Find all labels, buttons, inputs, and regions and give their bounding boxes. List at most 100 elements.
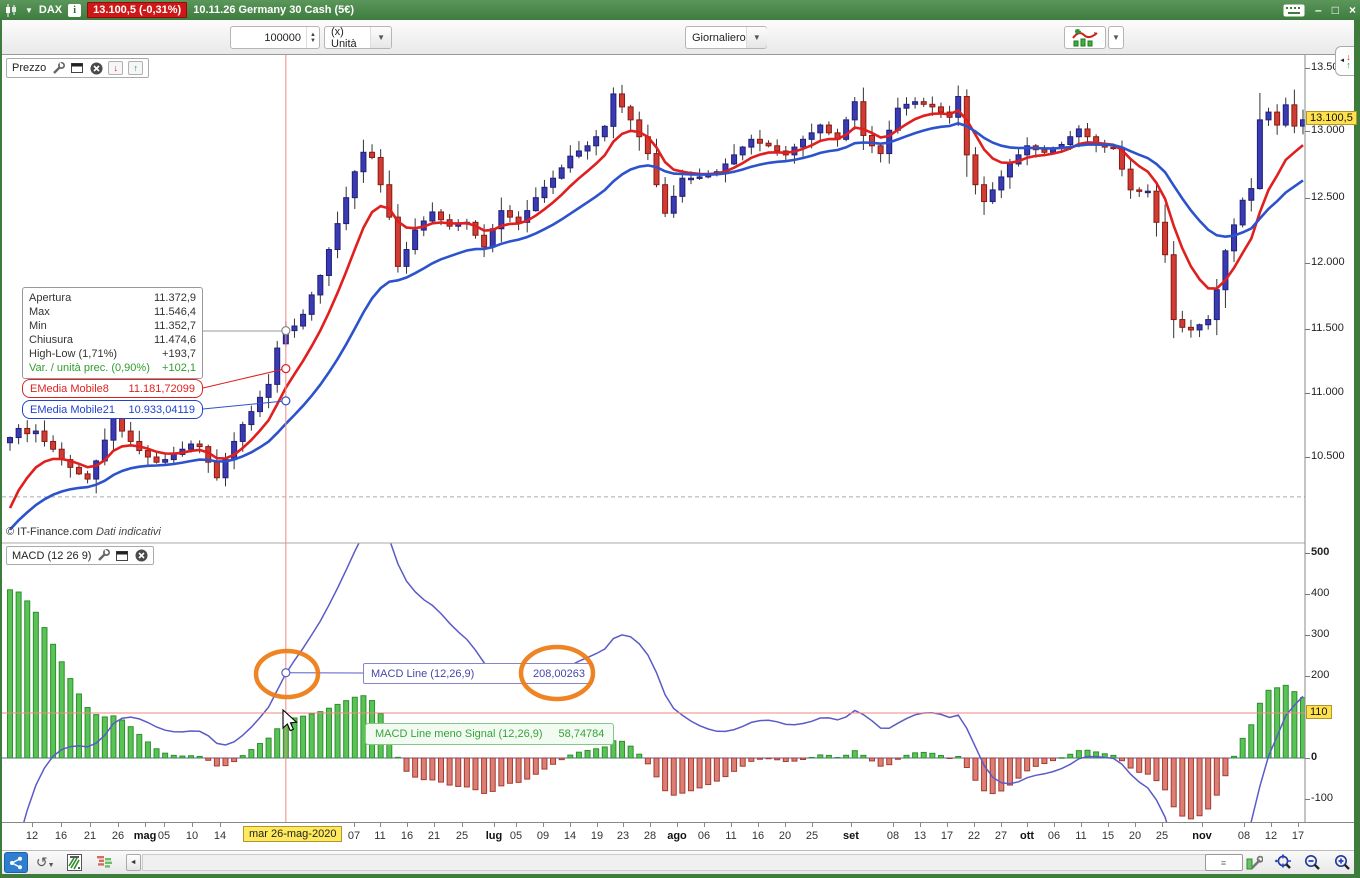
x-axis-label: 15: [1101, 830, 1115, 842]
x-axis-label: 12: [1264, 830, 1278, 842]
x-axis-label: 11: [725, 830, 737, 842]
spinner-down-icon[interactable]: ▼: [310, 38, 316, 44]
chart-style-button[interactable]: [1064, 26, 1106, 49]
macd-line-label: MACD Line (12,26,9): [371, 667, 475, 680]
undo-dropdown-icon: ▼: [47, 862, 55, 869]
settings-wrench-icon[interactable]: [51, 61, 65, 75]
x-axis-label: 25: [1155, 830, 1169, 842]
ohlc-tooltip: Apertura 11.372,9 Max 11.546,4 Min 11.352,7 Ch…: [22, 287, 203, 379]
x-axis-label: 22: [967, 830, 981, 842]
x-axis-label: ago: [667, 830, 687, 842]
x-axis-tick: [920, 823, 921, 827]
price-axis-label: 11.500: [1311, 322, 1344, 334]
axis-setup-button[interactable]: [1242, 852, 1265, 873]
maximize-icon[interactable]: □: [1332, 3, 1339, 17]
price-axis-tick: [1305, 198, 1310, 199]
side-panel-pull-tab[interactable]: ◄ ↓ ↑: [1335, 46, 1354, 76]
x-axis-label: mag: [133, 830, 157, 842]
symbol-label[interactable]: DAX: [39, 4, 62, 16]
crosshair-date-badge: mar 26-mag-2020: [243, 826, 343, 842]
macd-axis-label: 300: [1311, 628, 1330, 640]
info-icon[interactable]: i: [68, 3, 82, 17]
x-axis-label: 25: [805, 830, 819, 842]
application-window: ▼ DAX i 13.100,5 (-0,31%) 10.11.26 Germa…: [0, 0, 1360, 878]
x-axis-tick: [1108, 823, 1109, 827]
tooltip-row-label: Apertura: [29, 292, 72, 304]
x-axis-tick: [543, 823, 544, 827]
x-axis-tick: [90, 823, 91, 827]
quantity-value[interactable]: 100000: [231, 32, 306, 44]
tooltip-row-label: Min: [29, 320, 47, 332]
thumb-grip-icon: ≡: [1220, 857, 1227, 868]
quantity-stepper[interactable]: 100000 ▲ ▼: [230, 26, 320, 49]
macd-settings-wrench-icon[interactable]: [96, 549, 110, 562]
macd-axis-label: 400: [1311, 587, 1330, 599]
macd-axis-tick: [1305, 758, 1310, 759]
ema8-value: 11.181,72099: [128, 382, 195, 395]
undo-history-button[interactable]: ↺ ▼: [34, 852, 57, 873]
macd-detach-window-icon[interactable]: [115, 549, 129, 562]
macd-histogram-tag[interactable]: MACD Line meno Signal (12,26,9) 58,74784: [365, 723, 615, 745]
ema8-label: EMedia Mobile8: [30, 382, 109, 395]
symbol-dropdown-icon[interactable]: ▼: [25, 6, 33, 15]
unit-select-value: (x) Unità: [331, 25, 357, 50]
zoom-out-button[interactable]: [1301, 852, 1324, 873]
tooltip-row-label: High-Low (1,71%): [29, 348, 118, 360]
tooltip-row: Chiusura 11.474,6: [29, 333, 196, 347]
tooltip-row: Var. / unità prec. (0,90%) +102,1: [29, 361, 196, 375]
transfer-arrows-icon: ↓ ↑: [1346, 52, 1351, 70]
chart-canvas[interactable]: [2, 55, 1354, 822]
x-axis-label: 21: [427, 830, 441, 842]
top-toolbar: 100000 ▲ ▼ (x) Unità ▼ Giornaliero ▼ ▼ ◄…: [2, 20, 1354, 76]
price-axis-tick: [1305, 457, 1310, 458]
x-axis-tick: [1135, 823, 1136, 827]
quantity-spinner-arrows[interactable]: ▲ ▼: [306, 27, 319, 48]
x-axis-tick: [407, 823, 408, 827]
x-axis-label: 16: [54, 830, 68, 842]
news-button[interactable]: [63, 852, 86, 873]
tooltip-row-label: Max: [29, 306, 50, 318]
zoom-in-button[interactable]: [1331, 852, 1354, 873]
time-axis: mar 26-mag-2020 12 16 21 26 mag 05 10 14 07 11 16 2…: [2, 822, 1354, 850]
x-axis-tick: [1271, 823, 1272, 827]
unit-select[interactable]: (x) Unità ▼: [324, 25, 392, 50]
ema21-label: EMedia Mobile21: [30, 403, 115, 416]
title-bar: ▼ DAX i 13.100,5 (-0,31%) 10.11.26 Germa…: [0, 0, 1360, 20]
x-axis-tick: [1027, 823, 1028, 827]
minimize-icon[interactable]: –: [1315, 3, 1322, 17]
tooltip-row-value: +102,1: [162, 362, 196, 374]
detach-window-icon[interactable]: [70, 62, 84, 75]
zoom-fit-button[interactable]: [1272, 852, 1295, 873]
undo-icon: ↺: [35, 854, 48, 870]
x-axis-label: 26: [111, 830, 125, 842]
indicative-data-note: Dati indicativi: [96, 526, 161, 538]
scroll-left-button[interactable]: ◄: [125, 854, 141, 871]
unit-dropdown-icon[interactable]: ▼: [370, 27, 391, 48]
macd-axis-label: 500: [1311, 546, 1330, 558]
buy-arrow-icon[interactable]: ↑: [128, 61, 144, 75]
scrollbar-thumb[interactable]: ≡: [1204, 854, 1243, 871]
x-axis-label: 08: [1237, 830, 1251, 842]
close-pane-icon[interactable]: [89, 62, 103, 75]
order-book-button[interactable]: [92, 852, 115, 873]
x-axis-label: lug: [485, 830, 503, 842]
chart-style-dropdown[interactable]: ▼: [1108, 26, 1124, 49]
timeframe-dropdown-icon[interactable]: ▼: [745, 27, 767, 48]
tooltip-row: Min 11.352,7: [29, 319, 196, 333]
price-pane-header: Prezzo ↓ ↑: [6, 58, 150, 78]
sell-arrow-icon[interactable]: ↓: [108, 61, 124, 75]
macd-line-tag[interactable]: MACD Line (12,26,9) 208,00263: [363, 663, 593, 684]
macd-close-pane-icon[interactable]: [134, 549, 148, 562]
keyboard-icon[interactable]: [1283, 4, 1305, 17]
timeframe-select[interactable]: Giornaliero ▼: [685, 26, 767, 49]
chart-area[interactable]: Prezzo ↓ ↑ MACD (12 26 9) Apertura 11.37…: [2, 55, 1357, 822]
tooltip-row-label: Chiusura: [29, 334, 74, 346]
share-button[interactable]: [4, 852, 28, 873]
close-icon[interactable]: ×: [1349, 3, 1356, 17]
x-axis-label: 12: [25, 830, 39, 842]
chart-scrollbar[interactable]: ≡: [141, 854, 1243, 871]
macd-axis-tick: [1305, 635, 1310, 636]
scroll-left-icon: ◄: [129, 859, 137, 866]
x-axis-tick: [164, 823, 165, 827]
x-axis-label: 16: [751, 830, 765, 842]
